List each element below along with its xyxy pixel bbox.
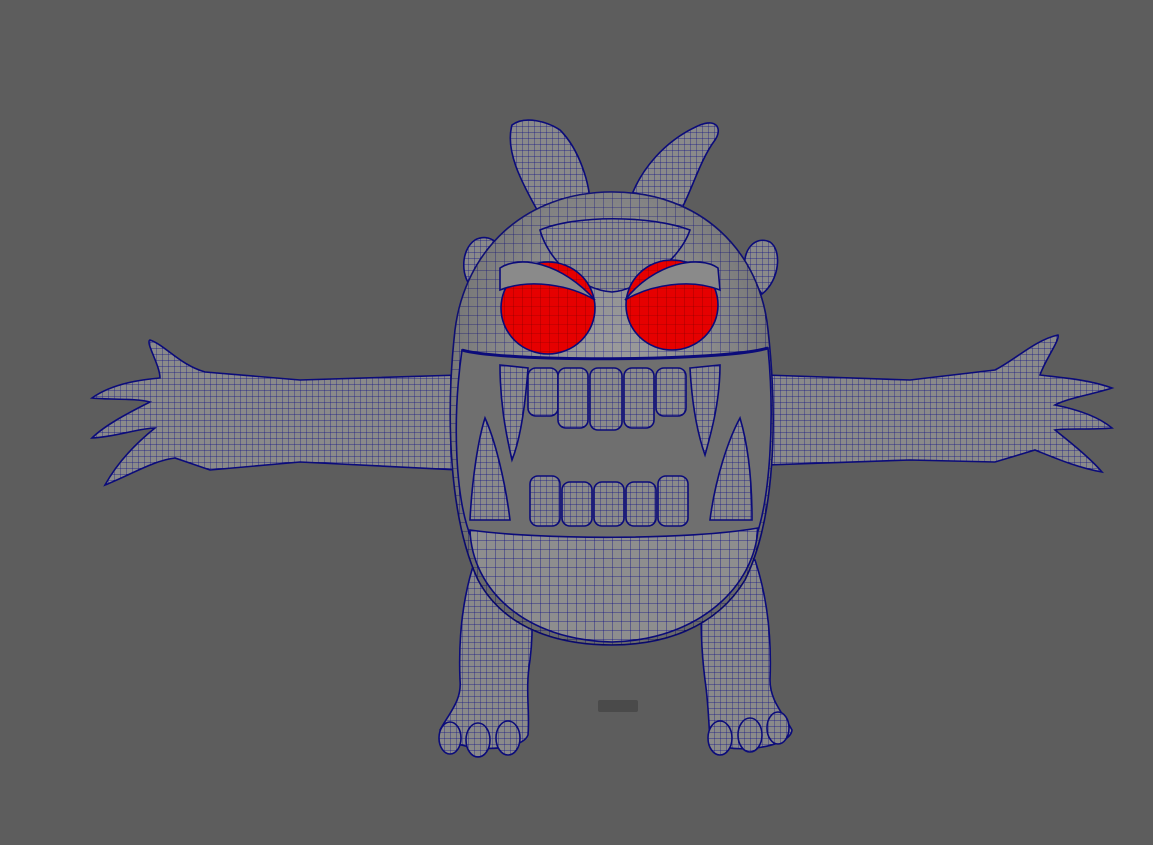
lower-tooth-4: [625, 481, 657, 527]
lower-tooth-3: [593, 481, 625, 527]
viewport-canvas[interactable]: [0, 0, 1153, 845]
monster-model[interactable]: [89, 119, 1115, 758]
right-toe-1: [707, 720, 733, 756]
maya-viewport[interactable]: [0, 0, 1153, 845]
left-toe-3: [495, 720, 521, 756]
lower-tooth-1: [529, 475, 561, 527]
lower-tooth-2: [561, 481, 593, 527]
right-toe-3: [766, 711, 790, 745]
upper-tooth-4: [623, 367, 655, 429]
upper-tooth-3: [589, 367, 623, 431]
upper-tooth-1: [527, 367, 559, 417]
ground-marker-icon: [598, 700, 638, 712]
right-arm: [764, 334, 1115, 474]
right-toe-2: [737, 717, 763, 753]
left-toe-1: [438, 721, 462, 755]
left-toe-2: [465, 722, 491, 758]
left-arm: [89, 339, 461, 487]
upper-tooth-2: [557, 367, 589, 429]
upper-tooth-5: [655, 367, 687, 417]
lower-tooth-5: [657, 475, 689, 527]
